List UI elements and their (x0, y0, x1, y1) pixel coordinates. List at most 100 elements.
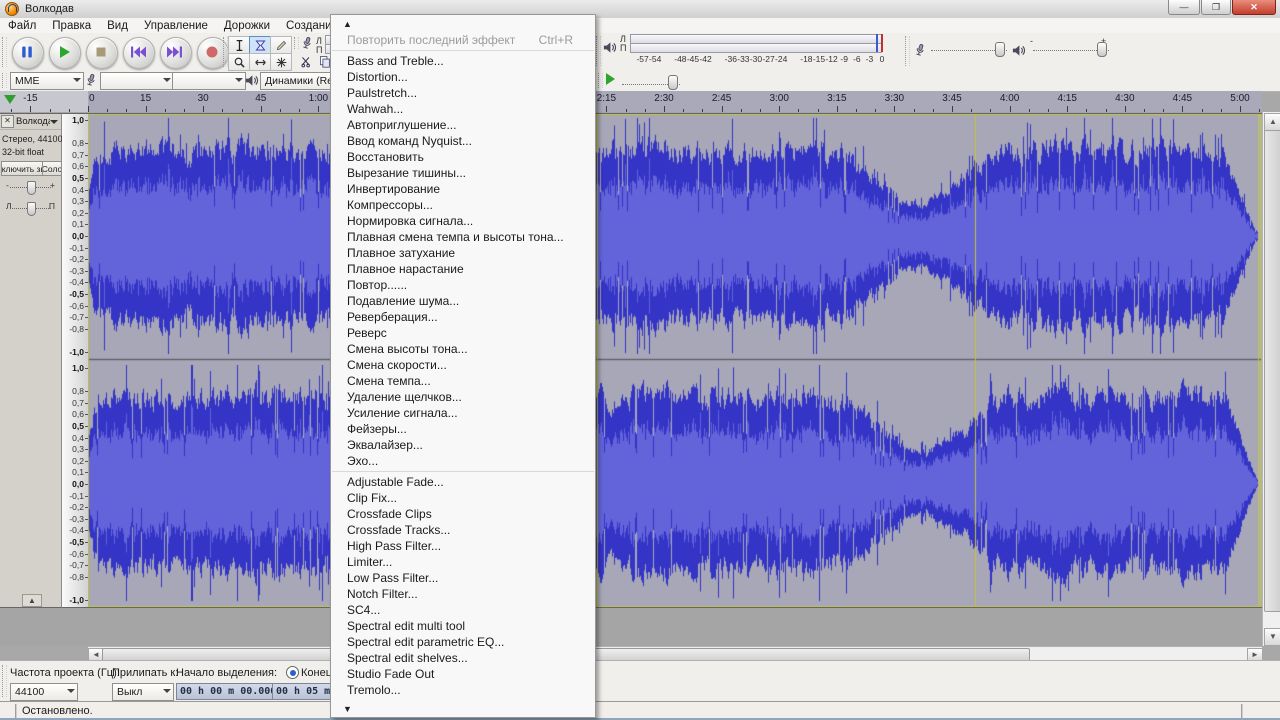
play-at-speed-button[interactable] (606, 73, 621, 85)
menu-item-effect[interactable]: Эхо... (331, 453, 595, 469)
menu-item-effect[interactable]: Смена скорости... (331, 357, 595, 373)
recording-meter-grip[interactable] (294, 37, 299, 49)
mixer-toolbar-grip[interactable] (905, 36, 910, 66)
menu-item-effect[interactable]: Ввод команд Nyquist... (331, 133, 595, 149)
close-button[interactable]: ✕ (1232, 0, 1276, 15)
menu-item-effect[interactable]: Плавное нарастание (331, 261, 595, 277)
playback-device-select[interactable]: Динамики (Re (260, 72, 341, 90)
solo-button[interactable]: Соло (42, 161, 62, 176)
restore-button[interactable]: ❐ (1201, 0, 1231, 15)
selection-start-field[interactable]: 00 h 00 m 00.000 s ▼ (176, 683, 274, 700)
audio-host-select[interactable]: MME (10, 72, 84, 90)
menu-item-effect[interactable]: Notch Filter... (331, 586, 595, 602)
gain-slider[interactable]: - + (6, 180, 55, 194)
menu-item-effect[interactable]: Инвертирование (331, 181, 595, 197)
menu-item-effect[interactable]: Плавное затухание (331, 245, 595, 261)
menu-item-effect[interactable]: Spectral edit shelves... (331, 650, 595, 666)
recording-device-select[interactable] (100, 72, 174, 90)
menu-item-effect[interactable]: Повтор...... (331, 277, 595, 293)
menu-item-effect[interactable]: SC4... (331, 602, 595, 618)
recording-channels-select[interactable] (172, 72, 246, 90)
menu-item-effect[interactable]: Реверберация... (331, 309, 595, 325)
menu-item-effect[interactable]: Вырезание тишины... (331, 165, 595, 181)
transport-toolbar-grip[interactable] (2, 37, 7, 67)
forward-button[interactable] (160, 37, 192, 69)
menu-item-effect[interactable]: Clip Fix... (331, 490, 595, 506)
menu-item-effect[interactable]: Tremolo... (331, 682, 595, 698)
device-toolbar-grip[interactable] (2, 73, 7, 88)
menu-item-effect[interactable]: Усиление сигнала... (331, 405, 595, 421)
waveform-view[interactable] (88, 113, 1262, 608)
menu-item-effect[interactable]: Spectral edit parametric EQ... (331, 634, 595, 650)
menubar-item-file[interactable]: Файл (0, 19, 44, 33)
horizontal-scrollbar[interactable]: ◄ ► (0, 646, 1280, 660)
playback-meter-grip[interactable] (596, 36, 601, 66)
scroll-up-arrow[interactable]: ▲ (1264, 113, 1280, 131)
menu-item-effect[interactable]: Смена темпа... (331, 373, 595, 389)
menu-item-effect[interactable]: Смена высоты тона... (331, 341, 595, 357)
menu-item-effect[interactable]: Фейзеры... (331, 421, 595, 437)
selection-tool[interactable] (228, 36, 250, 54)
pan-slider[interactable]: Л П (6, 201, 55, 215)
track-collapse-button[interactable]: ▲ (22, 594, 42, 607)
vertical-ruler[interactable]: 1,00,80,70,60,50,40,30,20,10,0-0,1-0,2-0… (62, 113, 88, 608)
menu-item-effect[interactable]: Studio Fade Out (331, 666, 595, 682)
play-speed-slider[interactable] (668, 75, 678, 90)
menu-item-effect[interactable]: Плавная смена темпа и высоты тона... (331, 229, 595, 245)
envelope-tool[interactable] (249, 36, 271, 54)
playback-volume-slider[interactable] (1097, 42, 1107, 57)
menu-item-repeat-last-effect[interactable]: Повторить последний эффектCtrl+R (331, 32, 595, 48)
zoom-tool[interactable] (228, 53, 250, 71)
draw-tool[interactable] (270, 36, 292, 54)
menu-item-effect[interactable]: Low Pass Filter... (331, 570, 595, 586)
menu-item-effect[interactable]: Spectral edit multi tool (331, 618, 595, 634)
menu-item-effect[interactable]: Crossfade Tracks... (331, 522, 595, 538)
track-close-button[interactable]: ✕ (1, 115, 14, 128)
pause-button[interactable] (12, 37, 44, 69)
rewind-button[interactable] (123, 37, 155, 69)
horizontal-scroll-track[interactable]: ◄ ► (88, 646, 1262, 661)
menu-item-effect[interactable]: Limiter... (331, 554, 595, 570)
playback-meter-bar-right[interactable] (630, 43, 882, 53)
vertical-scroll-thumb[interactable] (1264, 130, 1280, 612)
pan-slider-thumb[interactable] (27, 202, 36, 216)
menu-scroll-up[interactable]: ▲ (331, 15, 595, 32)
menu-item-effect[interactable]: Bass and Treble... (331, 53, 595, 69)
end-radio-button[interactable] (286, 666, 299, 679)
project-rate-select[interactable]: 44100 (10, 683, 78, 701)
menu-item-effect[interactable]: Crossfade Clips (331, 506, 595, 522)
menu-item-effect[interactable]: Нормировка сигнала... (331, 213, 595, 229)
recording-volume-slider[interactable] (995, 42, 1005, 57)
menu-item-effect[interactable]: Wahwah... (331, 101, 595, 117)
menubar-item-transport[interactable]: Управление (136, 19, 216, 33)
menu-item-effect[interactable]: Эквалайзер... (331, 437, 595, 453)
timeshift-tool[interactable] (249, 53, 271, 71)
menu-item-effect[interactable]: Восстановить (331, 149, 595, 165)
menu-item-effect[interactable]: Реверс (331, 325, 595, 341)
menubar-item-tracks[interactable]: Дорожки (216, 19, 278, 33)
menubar-item-view[interactable]: Вид (99, 19, 136, 33)
menubar-item-edit[interactable]: Правка (44, 19, 99, 33)
multi-tool[interactable] (270, 53, 292, 71)
snap-to-select[interactable]: Выкл (112, 683, 174, 701)
menu-item-effect[interactable]: Автоприглушение... (331, 117, 595, 133)
menu-item-effect[interactable]: Подавление шума... (331, 293, 595, 309)
menu-item-effect[interactable]: Adjustable Fade... (331, 474, 595, 490)
play-button[interactable] (49, 37, 81, 69)
timeline-ruler[interactable]: -1501530451:001:151:301:452:002:152:302:… (0, 91, 1262, 113)
track-menu-arrow-icon[interactable] (50, 120, 58, 128)
mute-button[interactable]: Отключить звук (1, 161, 43, 176)
vertical-scrollbar[interactable]: ▲ ▼ (1262, 112, 1280, 646)
menu-item-effect[interactable]: Удаление щелчков... (331, 389, 595, 405)
menu-item-effect[interactable]: Компрессоры... (331, 197, 595, 213)
pinned-playhead-icon[interactable] (4, 95, 16, 110)
menu-item-effect[interactable]: Distortion... (331, 69, 595, 85)
menu-scroll-down[interactable]: ▼ (331, 701, 596, 717)
scroll-down-arrow[interactable]: ▼ (1264, 628, 1280, 646)
stop-button[interactable] (86, 37, 118, 69)
selection-toolbar-grip[interactable] (2, 665, 7, 697)
menu-item-effect[interactable]: High Pass Filter... (331, 538, 595, 554)
cut-icon[interactable] (300, 55, 313, 68)
transcription-toolbar-grip[interactable] (598, 73, 603, 88)
minimize-button[interactable]: — (1168, 0, 1200, 15)
